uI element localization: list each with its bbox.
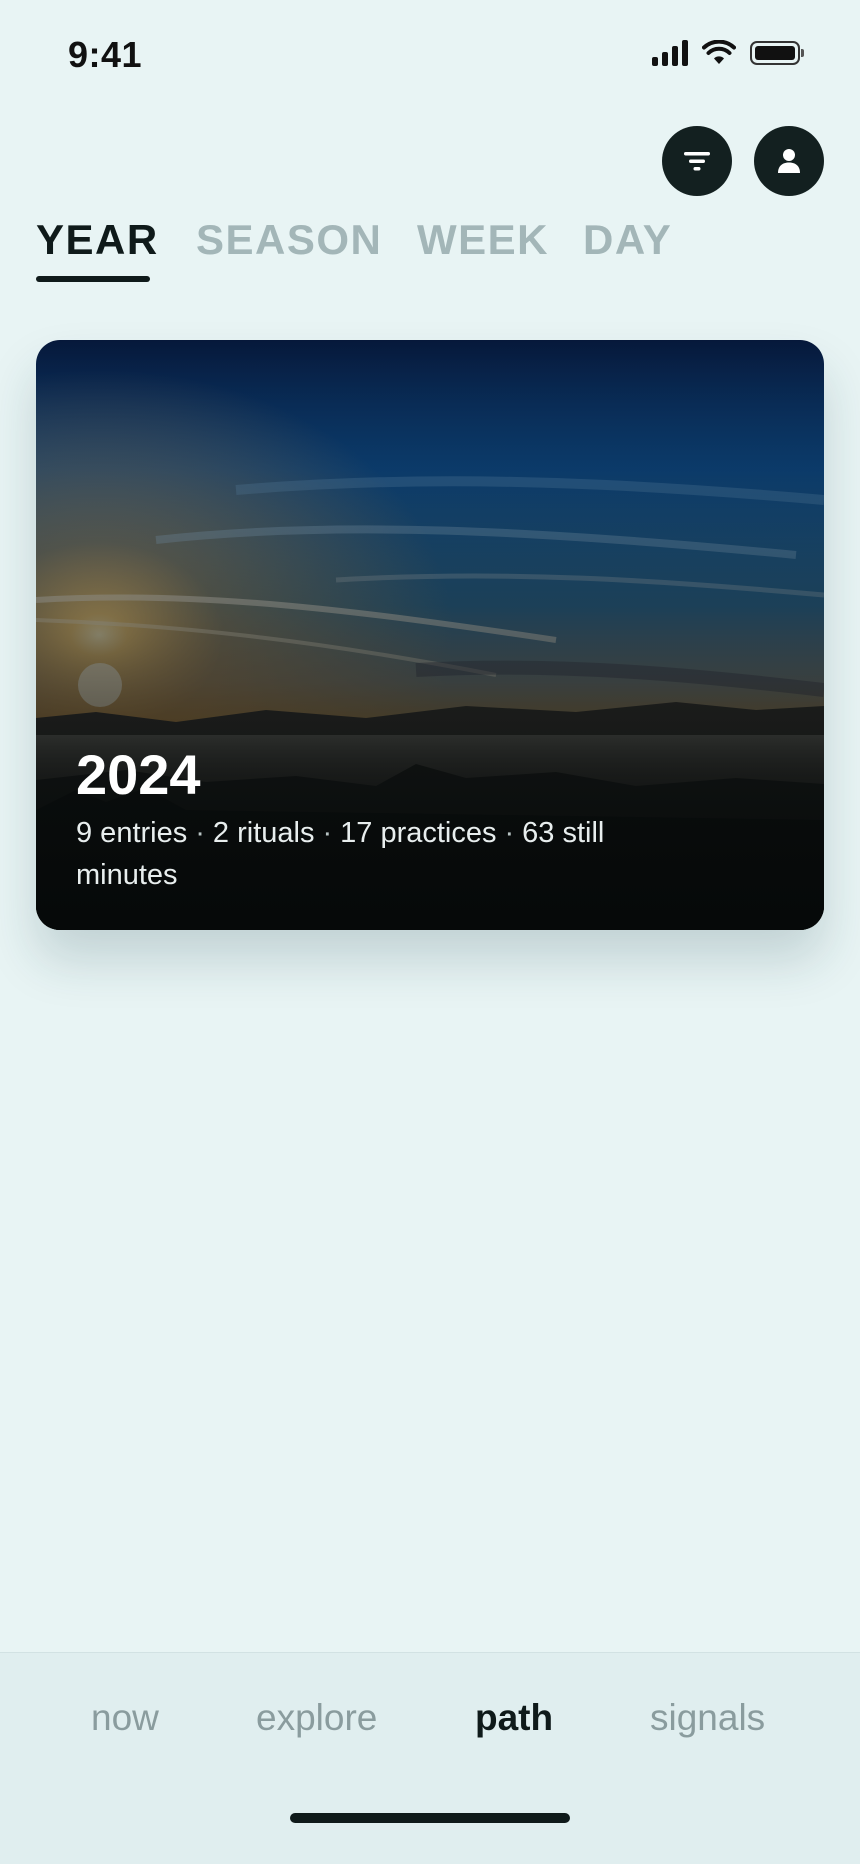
tab-year[interactable]: YEAR [36,216,159,264]
nav-now[interactable]: now [91,1697,159,1739]
nav-explore[interactable]: explore [256,1697,377,1739]
profile-button[interactable] [754,126,824,196]
tab-week[interactable]: WEEK [417,216,549,264]
card-year-title: 2024 [76,743,201,806]
stat-separator: · [195,817,205,849]
status-icons [652,40,804,66]
bottom-nav: now explore path signals [0,1652,860,1864]
year-card[interactable]: 2024 9 entries · 2 rituals · 17 practices · 63… [36,340,824,930]
wifi-icon [702,40,736,64]
stat-separator: · [504,817,515,849]
filter-icon [684,152,710,171]
filter-button[interactable] [662,126,732,196]
battery-icon [750,41,804,65]
stat-entries: 9 entries [76,817,188,849]
tab-season[interactable]: SEASON [196,216,382,264]
nav-path[interactable]: path [475,1697,553,1739]
person-icon [778,149,800,173]
status-time: 9:41 [68,34,143,75]
active-tab-indicator [36,276,150,282]
stat-separator: · [322,817,333,849]
stat-practices: 17 practices [340,817,497,849]
cellular-signal-icon [652,40,688,66]
path-screen: 9:41 YEAR SEASON WEEK DAY 2024 9 entries… [0,0,860,1864]
nav-signals[interactable]: signals [650,1697,765,1739]
stat-rituals: 2 rituals [212,817,315,849]
status-bar: 9:41 [0,0,860,108]
card-stats: 9 entries · 2 rituals · 17 practices · 63 stil… [76,812,696,896]
tab-day[interactable]: DAY [583,216,672,264]
home-indicator [290,1813,570,1823]
